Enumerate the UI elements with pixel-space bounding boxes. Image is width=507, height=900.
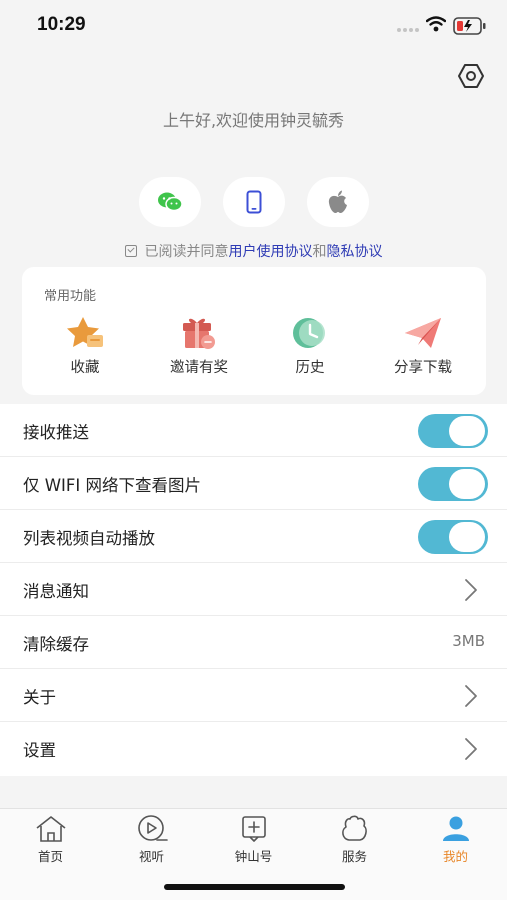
service-icon <box>341 815 367 841</box>
play-icon <box>137 815 168 841</box>
wifi-images-toggle[interactable] <box>418 467 488 501</box>
tab-zhongshan[interactable]: 钟山号 <box>203 815 304 865</box>
setting-row-about[interactable]: 关于 <box>0 669 507 722</box>
home-icon <box>36 816 65 842</box>
privacy-policy-link[interactable]: 隐私协议 <box>327 241 383 261</box>
phone-login-button[interactable] <box>223 177 285 227</box>
wifi-icon <box>426 16 446 32</box>
cache-size-value: 3MB <box>452 632 485 650</box>
setting-row-receive-push[interactable]: 接收推送 <box>0 404 507 457</box>
settings-list: 接收推送 仅 WIFI 网络下查看图片 列表视频自动播放 消息通知 清除缓存 3… <box>0 404 507 776</box>
cellular-signal-icon <box>397 28 419 32</box>
greeting-text: 上午好,欢迎使用钟灵毓秀 <box>162 111 345 130</box>
push-toggle[interactable] <box>418 414 488 448</box>
chevron-right-icon <box>465 579 477 601</box>
function-history[interactable]: 历史 <box>262 315 358 377</box>
setting-label: 列表视频自动播放 <box>23 529 155 548</box>
common-functions-card: 常用功能 收藏 邀请有奖 历史 分享下载 <box>22 267 486 395</box>
setting-label: 设置 <box>23 741 56 760</box>
function-label: 邀请有奖 <box>170 360 228 376</box>
apple-icon <box>328 190 347 213</box>
setting-row-notifications[interactable]: 消息通知 <box>0 563 507 616</box>
agreement-checkbox[interactable] <box>124 245 137 257</box>
setting-row-clear-cache[interactable]: 清除缓存 3MB <box>0 616 507 669</box>
setting-label: 消息通知 <box>23 582 89 601</box>
tab-mine[interactable]: 我的 <box>405 815 506 865</box>
home-indicator <box>164 884 345 890</box>
tab-service[interactable]: 服务 <box>304 815 405 865</box>
tab-label: 首页 <box>37 849 63 864</box>
setting-label: 清除缓存 <box>23 635 89 654</box>
tab-home[interactable]: 首页 <box>0 815 101 865</box>
chevron-right-icon <box>465 685 477 707</box>
function-favorites[interactable]: 收藏 <box>37 315 133 377</box>
setting-label: 接收推送 <box>23 423 89 442</box>
wechat-icon <box>158 192 183 212</box>
user-agreement-link[interactable]: 用户使用协议 <box>229 241 313 261</box>
history-icon <box>293 318 325 348</box>
tab-label: 视听 <box>138 849 164 864</box>
function-label: 收藏 <box>70 360 100 376</box>
agreement-conjunction: 和 <box>312 244 327 260</box>
setting-row-autoplay[interactable]: 列表视频自动播放 <box>0 510 507 563</box>
setting-row-settings[interactable]: 设置 <box>0 722 507 775</box>
add-post-icon <box>241 816 266 842</box>
gift-icon <box>183 318 215 349</box>
tab-label: 我的 <box>442 849 468 864</box>
profile-icon <box>442 816 469 841</box>
favorites-icon <box>67 317 103 347</box>
agreement-prefix: 已阅读并同意 <box>144 244 229 260</box>
status-bar: 10:29 <box>0 0 507 52</box>
function-label: 分享下载 <box>394 360 452 376</box>
tab-label: 钟山号 <box>234 849 273 864</box>
status-time: 10:29 <box>37 14 86 35</box>
tab-label: 服务 <box>341 849 367 864</box>
phone-icon <box>246 190 262 214</box>
autoplay-toggle[interactable] <box>418 520 488 554</box>
agreement-row: 已阅读并同意 用户使用协议 和 隐私协议 <box>0 241 507 261</box>
function-label: 历史 <box>295 360 325 376</box>
function-invite[interactable]: 邀请有奖 <box>151 315 247 377</box>
setting-label: 仅 WIFI 网络下查看图片 <box>23 476 202 495</box>
common-functions-title: 常用功能 <box>44 289 97 304</box>
battery-low-icon <box>453 17 486 35</box>
tab-video[interactable]: 视听 <box>101 815 202 865</box>
hexagon-settings-icon <box>458 64 484 88</box>
chevron-right-icon <box>465 738 477 760</box>
apple-login-button[interactable] <box>307 177 369 227</box>
paper-plane-icon <box>405 318 441 348</box>
function-share-download[interactable]: 分享下载 <box>375 315 471 377</box>
setting-row-wifi-images[interactable]: 仅 WIFI 网络下查看图片 <box>0 457 507 510</box>
settings-button[interactable] <box>457 63 485 89</box>
setting-label: 关于 <box>23 688 56 707</box>
wechat-login-button[interactable] <box>139 177 201 227</box>
